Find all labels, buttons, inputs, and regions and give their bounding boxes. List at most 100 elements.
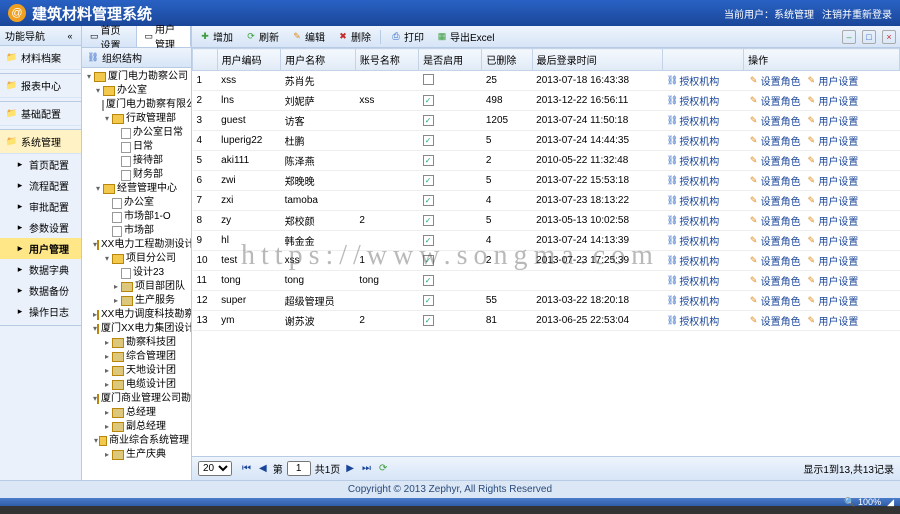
tree-node[interactable]: ▾XX电力工程勘测设计院 [84,238,189,252]
tree-node[interactable]: ▸XX电力调度科技勘察... [84,308,189,322]
tree-node[interactable]: 厦门电力勘察有限公司 [84,98,189,112]
auth-link[interactable]: ⛓授权机构 [666,273,719,288]
auth-link[interactable]: ⛓授权机构 [666,113,719,128]
table-row[interactable]: 1xss苏肖先252013-07-18 16:43:38⛓授权机构✎设置角色 ✎… [193,71,900,91]
cfg-link[interactable]: ✎用户设置 [805,273,858,288]
tree-node[interactable]: 办公室 [84,196,189,210]
first-page-button[interactable]: ⏮ [240,463,253,474]
col-header[interactable]: 是否启用 [419,49,482,71]
auth-link[interactable]: ⛓授权机构 [666,193,719,208]
tab[interactable]: ▭用户管理 [137,26,192,47]
checkbox-icon[interactable]: ✓ [423,95,434,106]
tree-node[interactable]: 办公室日常 [84,126,189,140]
tree-node[interactable]: ▾经营管理中心 [84,182,189,196]
last-page-button[interactable]: ⏭ [360,463,373,474]
col-header[interactable] [662,49,743,71]
export-button[interactable]: ▦导出Excel [433,28,497,45]
auth-link[interactable]: ⛓授权机构 [666,133,719,148]
cfg-link[interactable]: ✎用户设置 [805,253,858,268]
table-row[interactable]: 10testxss1✓22013-07-23 17:25:39⛓授权机构✎设置角… [193,251,900,271]
auth-link[interactable]: ⛓授权机构 [666,293,719,308]
checkbox-icon[interactable]: ✓ [423,215,434,226]
role-link[interactable]: ✎设置角色 [748,253,801,268]
auth-link[interactable]: ⛓授权机构 [666,73,719,88]
role-link[interactable]: ✎设置角色 [748,293,801,308]
close-button[interactable]: × [882,30,896,44]
cfg-link[interactable]: ✎用户设置 [805,93,858,108]
table-row[interactable]: 3guest访客✓12052013-07-24 11:50:18⛓授权机构✎设置… [193,111,900,131]
checkbox-icon[interactable]: ✓ [423,315,434,326]
table-row[interactable]: 7zxitamoba✓42013-07-23 18:13:22⛓授权机构✎设置角… [193,191,900,211]
tree-node[interactable]: ▾商业综合系统管理 [84,434,189,448]
role-link[interactable]: ✎设置角色 [748,93,801,108]
auth-link[interactable]: ⛓授权机构 [666,153,719,168]
auth-link[interactable]: ⛓授权机构 [666,93,719,108]
tree-node[interactable]: 设计23 [84,266,189,280]
col-header[interactable]: 操作 [744,49,900,71]
tree-node[interactable]: 市场部1-O [84,210,189,224]
tree-node[interactable]: 市场部 [84,224,189,238]
auth-link[interactable]: ⛓授权机构 [666,313,719,328]
collapse-icon[interactable]: « [64,30,76,42]
checkbox-icon[interactable]: ✓ [423,255,434,266]
page-size-select[interactable]: 20 [198,461,232,476]
tab[interactable]: ▭首页设置 [82,26,137,47]
role-link[interactable]: ✎设置角色 [748,113,801,128]
nav-group[interactable]: 📁材料档案 [0,46,81,70]
refresh-button[interactable]: ⟳刷新 [242,28,282,45]
cfg-link[interactable]: ✎用户设置 [805,113,858,128]
auth-link[interactable]: ⛓授权机构 [666,253,719,268]
col-header[interactable]: 账号名称 [355,49,418,71]
page-input[interactable] [287,461,311,476]
cfg-link[interactable]: ✎用户设置 [805,193,858,208]
add-button[interactable]: ✚增加 [196,28,236,45]
tree-node[interactable]: ▾项目分公司 [84,252,189,266]
prev-page-button[interactable]: ◀ [257,463,269,474]
cfg-link[interactable]: ✎用户设置 [805,133,858,148]
logout-link[interactable]: 注销并重新登录 [822,6,892,21]
table-row[interactable]: 4luperig22杜鹏✓52013-07-24 14:44:35⛓授权机构✎设… [193,131,900,151]
tree-node[interactable]: ▾厦门电力勘察公司 [84,70,189,84]
tree-node[interactable]: 接待部 [84,154,189,168]
tree-node[interactable]: ▾办公室 [84,84,189,98]
tree-node[interactable]: ▸天地设计团 [84,364,189,378]
nav-item[interactable]: ▸用户管理 [0,238,81,259]
next-page-button[interactable]: ▶ [344,463,356,474]
role-link[interactable]: ✎设置角色 [748,313,801,328]
print-button[interactable]: ⎙打印 [387,28,427,45]
col-header[interactable]: 用户编码 [217,49,280,71]
delete-button[interactable]: ✖删除 [334,28,374,45]
auth-link[interactable]: ⛓授权机构 [666,233,719,248]
auth-link[interactable]: ⛓授权机构 [666,173,719,188]
nav-group[interactable]: 📁报表中心 [0,74,81,98]
nav-item[interactable]: ▸参数设置 [0,217,81,238]
tree-node[interactable]: ▸生产服务 [84,294,189,308]
role-link[interactable]: ✎设置角色 [748,133,801,148]
nav-item[interactable]: ▸操作日志 [0,301,81,322]
table-row[interactable]: 11tongtongtong✓⛓授权机构✎设置角色 ✎用户设置 [193,271,900,291]
tree-node[interactable]: ▸项目部团队 [84,280,189,294]
tree-node[interactable]: 财务部 [84,168,189,182]
auth-link[interactable]: ⛓授权机构 [666,213,719,228]
reload-button[interactable]: ⟳ [377,463,389,474]
col-header[interactable]: 已删除 [482,49,532,71]
checkbox-icon[interactable]: ✓ [423,195,434,206]
max-button[interactable]: □ [862,30,876,44]
tree-node[interactable]: 日常 [84,140,189,154]
table-row[interactable]: 8zy郑校颜2✓52013-05-13 10:02:58⛓授权机构✎设置角色 ✎… [193,211,900,231]
table-row[interactable]: 6zwi郑晚晚✓52013-07-22 15:53:18⛓授权机构✎设置角色 ✎… [193,171,900,191]
role-link[interactable]: ✎设置角色 [748,153,801,168]
tree-node[interactable]: ▾厦门商业管理公司勘察 [84,392,189,406]
checkbox-icon[interactable]: ✓ [423,235,434,246]
tree-node[interactable]: ▸电缆设计团 [84,378,189,392]
min-button[interactable]: – [842,30,856,44]
tree-node[interactable]: ▸勘察科技团 [84,336,189,350]
cfg-link[interactable]: ✎用户设置 [805,73,858,88]
cfg-link[interactable]: ✎用户设置 [805,293,858,308]
table-row[interactable]: 12super超级管理员✓552013-03-22 18:20:18⛓授权机构✎… [193,291,900,311]
table-row[interactable]: 2lns刘妮萨xss✓4982013-12-22 16:56:11⛓授权机构✎设… [193,91,900,111]
col-header[interactable] [193,49,218,71]
role-link[interactable]: ✎设置角色 [748,233,801,248]
col-header[interactable]: 最后登录时间 [532,49,662,71]
checkbox-icon[interactable]: ✓ [423,155,434,166]
